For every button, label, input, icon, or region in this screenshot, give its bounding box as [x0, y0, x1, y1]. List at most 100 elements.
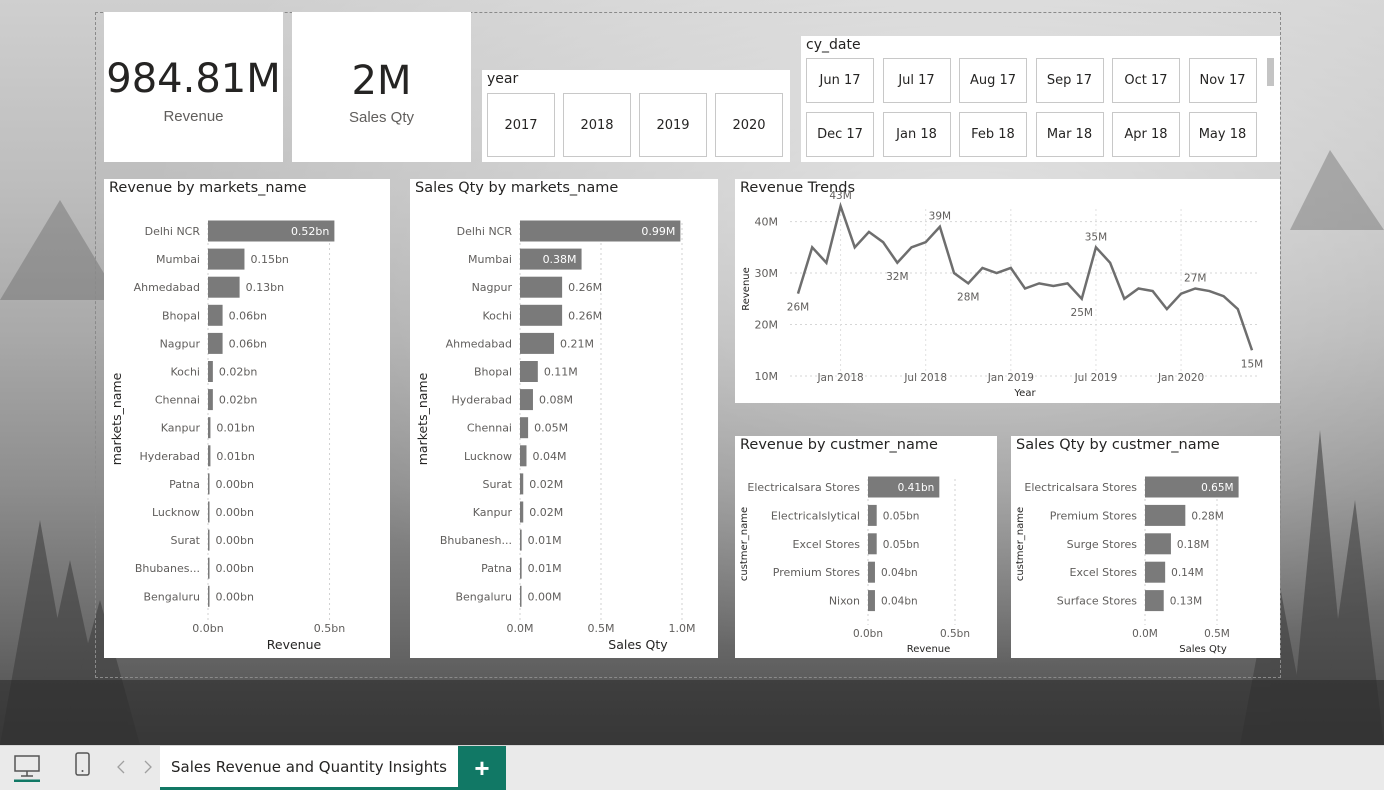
- data-label: 0.04bn: [881, 567, 918, 579]
- date-slicer-scrollbar[interactable]: [1267, 58, 1274, 86]
- x-tick-label: Jul 2018: [903, 372, 947, 384]
- x-tick-label: Jan 2020: [1157, 372, 1204, 384]
- sales-qty-kpi-card[interactable]: 2M Sales Qty: [292, 12, 471, 162]
- bar: [520, 304, 563, 326]
- date-option-nov-17[interactable]: Nov 17: [1188, 58, 1257, 103]
- category-label: Chennai: [467, 422, 512, 435]
- data-label: 0.13bn: [246, 281, 284, 294]
- x-tick-label: Jan 2019: [987, 372, 1034, 384]
- sales-qty-by-customer-chart: 0.0M 0.5M Electricalsara Stores 0.65M Premiu…: [1015, 476, 1239, 655]
- data-label: 0.15bn: [250, 253, 288, 266]
- bar: [208, 585, 210, 607]
- bar: [208, 473, 210, 495]
- point-data-label: 32M: [886, 271, 908, 283]
- sales-qty-by-market-visual[interactable]: Sales Qty by markets_name 0.0M 0.5M 1.0M De…: [410, 179, 718, 658]
- year-option-2019[interactable]: 2019: [639, 93, 707, 157]
- date-option-apr-18[interactable]: Apr 18: [1112, 112, 1180, 157]
- data-label: 0.00bn: [216, 506, 254, 519]
- bar: [868, 590, 875, 612]
- bar: [520, 361, 538, 382]
- revenue-kpi-value: 984.81M: [106, 56, 281, 102]
- category-label: Surat: [482, 478, 512, 491]
- x-tick-label: 1.0M: [669, 622, 696, 635]
- data-label: 0.01bn: [216, 450, 254, 463]
- bar: [520, 557, 522, 579]
- point-data-label: 27M: [1184, 273, 1206, 285]
- add-page-button[interactable]: +: [458, 746, 506, 790]
- category-label: Delhi NCR: [145, 225, 201, 238]
- y-axis-title: markets_name: [109, 372, 124, 465]
- revenue-kpi-label: Revenue: [163, 108, 224, 125]
- category-label: Patna: [481, 562, 512, 575]
- data-label: 0.05M: [534, 422, 568, 435]
- chevron-left-icon[interactable]: [116, 760, 126, 779]
- data-label: 0.01bn: [216, 422, 254, 435]
- revenue-by-market-visual[interactable]: Revenue by markets_name 0.0bn 0.5bn Delhi …: [104, 179, 390, 658]
- category-label: Lucknow: [464, 450, 512, 463]
- data-label: 0.00bn: [216, 534, 254, 547]
- y-tick-label: 20M: [755, 319, 779, 332]
- bar: [520, 276, 563, 298]
- category-label: Nagpur: [160, 337, 201, 350]
- bar: [208, 501, 210, 523]
- year-option-2017[interactable]: 2017: [487, 93, 555, 157]
- date-option-oct-17[interactable]: Oct 17: [1112, 58, 1180, 103]
- bar: [520, 501, 524, 523]
- bar: [208, 248, 245, 270]
- point-data-label: 25M: [1071, 307, 1093, 319]
- date-option-jul-17[interactable]: Jul 17: [882, 58, 951, 103]
- revenue-by-customer-visual[interactable]: Revenue by custmer_name 0.0bn 0.5bn Electr…: [735, 436, 997, 658]
- x-tick-label: 0.5M: [588, 622, 615, 635]
- category-label: Kanpur: [161, 422, 201, 435]
- cy-date-slicer[interactable]: cy_date Jun 17 Jul 17 Aug 17 Sep 17 Oct 17 No…: [801, 36, 1280, 162]
- bar: [1145, 533, 1171, 555]
- date-option-feb-18[interactable]: Feb 18: [959, 112, 1027, 157]
- data-label: 0.65M: [1201, 482, 1233, 494]
- sales-qty-by-customer-visual[interactable]: Sales Qty by custmer_name 0.0M 0.5M Electr…: [1011, 436, 1280, 658]
- category-label: Mumbai: [156, 253, 200, 266]
- category-label: Bhopal: [474, 366, 512, 379]
- category-label: Electricalsara Stores: [1024, 481, 1137, 494]
- date-option-aug-17[interactable]: Aug 17: [959, 58, 1027, 103]
- year-option-2020[interactable]: 2020: [715, 93, 783, 157]
- data-label: 0.05bn: [883, 539, 920, 551]
- mobile-view-icon[interactable]: [75, 752, 91, 783]
- x-tick-label: 0.0bn: [853, 628, 883, 640]
- point-data-label: 15M: [1241, 358, 1263, 370]
- point-data-label: 35M: [1085, 231, 1107, 243]
- date-option-dec-17[interactable]: Dec 17: [806, 112, 874, 157]
- x-tick-label: 0.5bn: [314, 622, 345, 635]
- data-label: 0.41bn: [898, 482, 935, 494]
- data-label: 0.05bn: [883, 510, 920, 522]
- tab-sales-revenue-and-quantity-insights[interactable]: Sales Revenue and Quantity Insights: [160, 746, 458, 790]
- date-option-jan-18[interactable]: Jan 18: [882, 112, 951, 157]
- category-label: Excel Stores: [793, 538, 861, 551]
- date-option-jun-17[interactable]: Jun 17: [806, 58, 874, 103]
- year-slicer[interactable]: year 2017 2018 2019 2020: [482, 70, 790, 162]
- bar: [208, 332, 223, 354]
- date-option-sep-17[interactable]: Sep 17: [1035, 58, 1104, 103]
- desktop-view-icon[interactable]: [14, 754, 42, 787]
- data-label: 0.11M: [544, 366, 578, 379]
- data-label: 0.02bn: [219, 366, 257, 379]
- bar: [520, 417, 529, 439]
- category-label: Premium Stores: [1050, 509, 1138, 522]
- data-label: 0.52bn: [291, 225, 329, 238]
- point-data-label: 43M: [829, 190, 851, 202]
- category-label: Bhubanes...: [135, 562, 200, 575]
- category-label: Premium Stores: [773, 566, 861, 579]
- revenue-kpi-card[interactable]: 984.81M Revenue: [104, 12, 283, 162]
- bar: [868, 533, 877, 555]
- year-option-2018[interactable]: 2018: [563, 93, 631, 157]
- category-label: Hyderabad: [140, 450, 201, 463]
- report-canvas: 984.81M Revenue 2M Sales Qty year 2017 2…: [0, 0, 1384, 745]
- revenue-trends-visual[interactable]: Revenue Trends 10M 20M 30M 40M Jan 2018 Jul 2…: [735, 179, 1280, 403]
- chevron-right-icon[interactable]: [143, 760, 153, 779]
- data-label: 0.26M: [568, 281, 602, 294]
- category-label: Bengaluru: [455, 590, 512, 603]
- category-label: Nixon: [829, 595, 860, 608]
- date-option-mar-18[interactable]: Mar 18: [1035, 112, 1104, 157]
- date-option-may-18[interactable]: May 18: [1188, 112, 1257, 157]
- x-tick-label: 0.0bn: [192, 622, 223, 635]
- data-label: 0.06bn: [229, 337, 267, 350]
